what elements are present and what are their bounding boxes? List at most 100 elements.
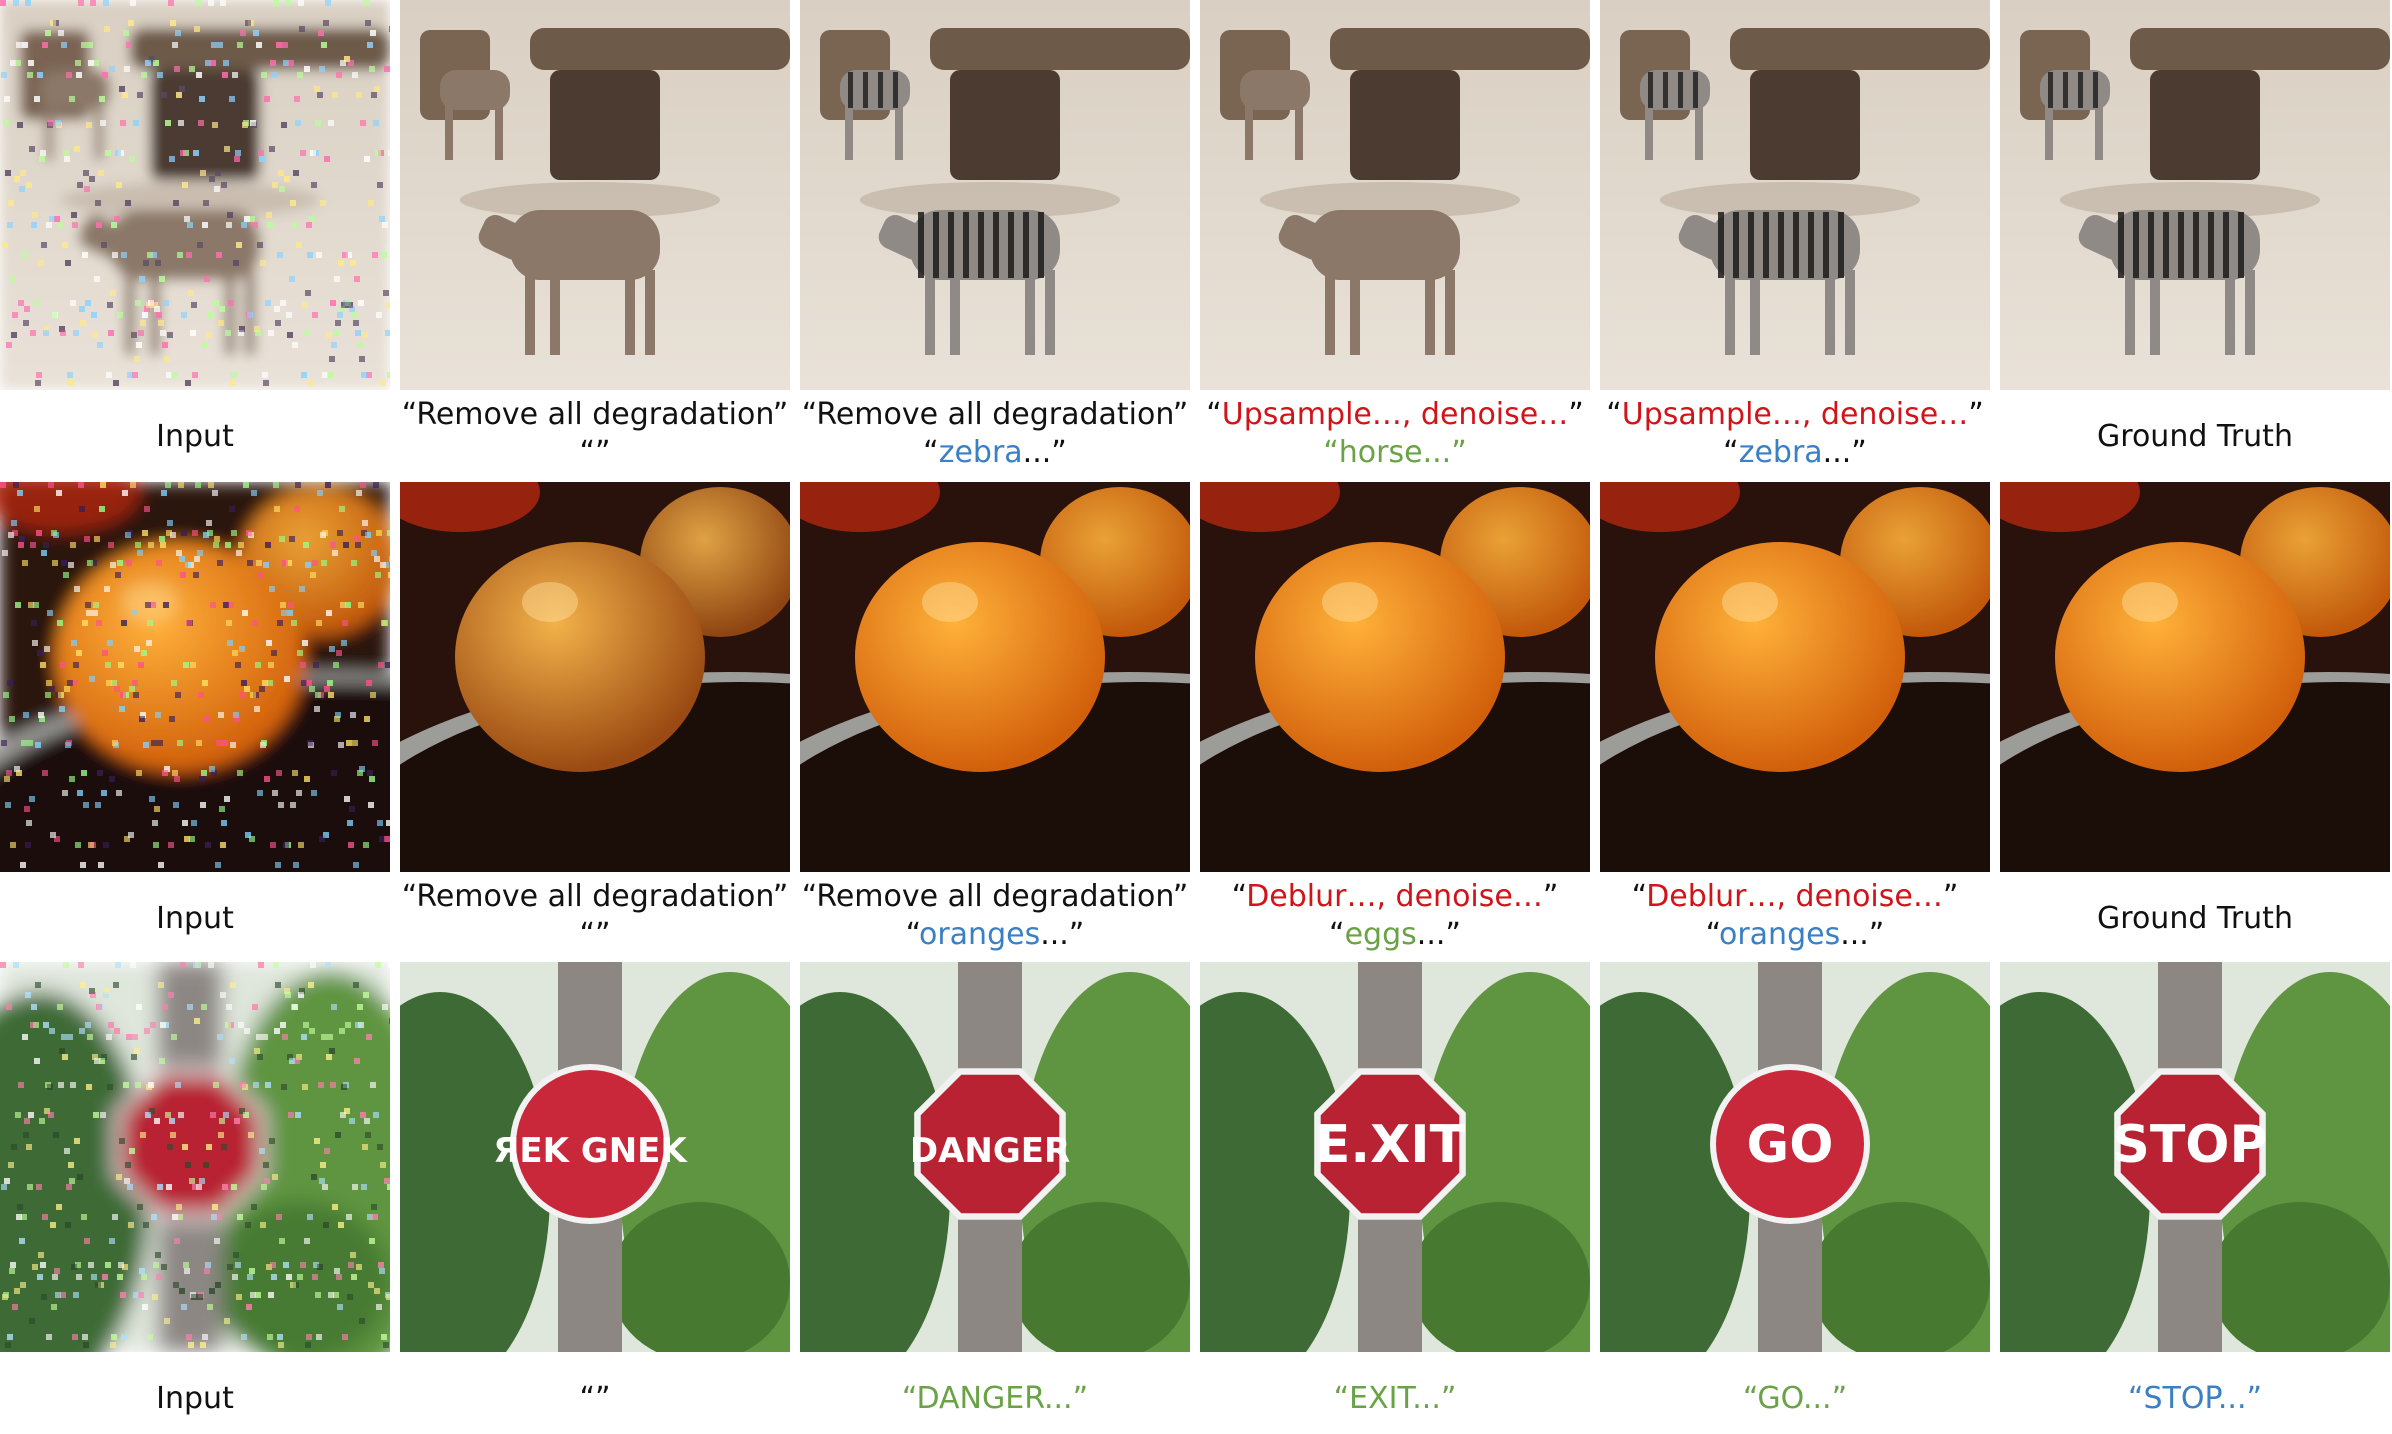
caption: “DANGER...” [788, 1380, 1202, 1418]
sign-ground-truth-image: STOP [2000, 962, 2390, 1352]
caption: Ground Truth [1988, 418, 2392, 456]
sign-text: E.XIT [1315, 1115, 1466, 1175]
caption-segment: “Remove all degradation” [801, 879, 1189, 914]
caption-segment: “ [1631, 879, 1647, 914]
caption: “Deblur…, denoise…” “eggs...” [1188, 878, 1602, 954]
caption-segment: zebra [1738, 435, 1823, 470]
cell-sign-input: Input [0, 962, 390, 1432]
caption-line: “oranges...” [1588, 916, 2002, 954]
caption-segment: ” [1542, 879, 1559, 914]
caption: “Deblur…, denoise…” “oranges...” [1588, 878, 2002, 954]
cell-zebra-remove-semantic: “Remove all degradation” “zebra...” [800, 0, 1190, 470]
cell-sign-restore-correct: GO “GO...” [1600, 962, 1990, 1432]
caption-segment: “DANGER...” [901, 1381, 1089, 1416]
caption-segment: Upsample…, denoise… [1621, 397, 1969, 432]
caption-segment: ” [1568, 397, 1584, 432]
caption-segment: ” [1968, 397, 1984, 432]
cell-oranges-input: Input [0, 482, 390, 952]
caption: “Upsample…, denoise…” “zebra...” [1588, 396, 2002, 472]
caption: “EXIT...” [1188, 1380, 1602, 1418]
caption-segment: “ [905, 917, 919, 952]
caption-segment: ...” [1422, 435, 1467, 470]
oranges-input-image [0, 482, 390, 872]
oranges-restore-wrong-image [1200, 482, 1590, 872]
caption: “” [388, 1380, 802, 1418]
cell-oranges-ground-truth: Ground Truth [2000, 482, 2390, 952]
caption-segment: ...” [1022, 435, 1067, 470]
caption-segment: “EXIT...” [1333, 1381, 1457, 1416]
caption-segment: “ [1723, 435, 1739, 470]
cell-zebra-restore-correct: “Upsample…, denoise…” “zebra...” [1600, 0, 1990, 470]
caption-segment: Input [156, 1381, 234, 1416]
zebra-remove-empty-image [400, 0, 790, 390]
sign-text: STOP [2112, 1115, 2267, 1175]
caption: “Upsample…, denoise…” “horse...” [1188, 396, 1602, 472]
cell-zebra-restore-wrong: “Upsample…, denoise…” “horse...” [1200, 0, 1590, 470]
caption-line: “” [388, 916, 802, 954]
caption-line: “oranges...” [788, 916, 1202, 954]
sign-remove-empty-image: ЯEK GNEK [400, 962, 790, 1352]
caption-line: “Remove all degradation” [788, 396, 1202, 434]
caption-segment: ...” [1040, 917, 1085, 952]
caption: “STOP...” [1988, 1380, 2392, 1418]
caption-line: “Deblur…, denoise…” [1188, 878, 1602, 916]
cell-sign-restore-wrong: E.XIT “EXIT...” [1200, 962, 1590, 1432]
zebra-ground-truth-image [2000, 0, 2390, 390]
caption-segment: Input [156, 901, 234, 936]
caption-segment: “ [1705, 917, 1719, 952]
caption-line: “DANGER...” [788, 1380, 1202, 1418]
sign-text: ЯEK GNEK [493, 1131, 688, 1171]
caption-line: “horse...” [1188, 434, 1602, 472]
caption-segment: Deblur…, denoise… [1646, 879, 1943, 914]
caption: Input [0, 900, 402, 938]
caption-segment: “” [579, 435, 611, 470]
row-oranges: Input “Remove all degradation” “” “Remove a… [0, 482, 2392, 952]
caption-segment: Ground Truth [2097, 901, 2293, 936]
cell-sign-ground-truth: STOP “STOP...” [2000, 962, 2390, 1432]
caption-segment: “ [1206, 397, 1222, 432]
caption-segment: ...” [1840, 917, 1885, 952]
caption-line: “EXIT...” [1188, 1380, 1602, 1418]
caption-segment: ...” [1416, 917, 1461, 952]
caption-segment: ...” [1822, 435, 1867, 470]
caption-line: “” [388, 1380, 802, 1418]
caption-segment: Input [156, 419, 234, 454]
cell-zebra-ground-truth: Ground Truth [2000, 0, 2390, 470]
caption-segment: oranges [918, 917, 1041, 952]
caption-segment: Ground Truth [2097, 419, 2293, 454]
caption-line: “Upsample…, denoise…” [1188, 396, 1602, 434]
sign-input-image [0, 962, 390, 1352]
sign-restore-wrong-image: E.XIT [1200, 962, 1590, 1352]
caption: “Remove all degradation” “zebra...” [788, 396, 1202, 472]
cell-oranges-remove-semantic: “Remove all degradation” “oranges...” [800, 482, 1190, 952]
caption-segment: eggs [1344, 917, 1417, 952]
caption: Input [0, 418, 402, 456]
oranges-remove-semantic-image [800, 482, 1190, 872]
oranges-ground-truth-image [2000, 482, 2390, 872]
caption-line: “Remove all degradation” [788, 878, 1202, 916]
caption-line: “Remove all degradation” [388, 878, 802, 916]
sign-text: DANGER [910, 1131, 1070, 1171]
oranges-restore-correct-image [1600, 482, 1990, 872]
caption-line: “Upsample…, denoise…” [1588, 396, 2002, 434]
caption-segment: “ [1323, 435, 1339, 470]
sign-text: GO [1747, 1115, 1834, 1175]
caption-segment: horse [1338, 435, 1423, 470]
caption-segment: “Remove all degradation” [801, 397, 1189, 432]
caption-segment: “Remove all degradation” [401, 397, 789, 432]
caption-line: Ground Truth [1988, 418, 2392, 456]
caption-segment: “Remove all degradation” [401, 879, 789, 914]
cell-oranges-restore-wrong: “Deblur…, denoise…” “eggs...” [1200, 482, 1590, 952]
caption-segment: “GO...” [1742, 1381, 1848, 1416]
zebra-restore-wrong-image [1200, 0, 1590, 390]
caption-line: “STOP...” [1988, 1380, 2392, 1418]
caption-segment: “” [579, 917, 611, 952]
caption-line: Input [0, 1380, 402, 1418]
sign-remove-semantic-image: DANGER [800, 962, 1190, 1352]
caption-segment: Deblur…, denoise… [1246, 879, 1543, 914]
caption-line: Ground Truth [1988, 900, 2392, 938]
caption-segment: ” [1942, 879, 1959, 914]
caption-line: Input [0, 418, 402, 456]
caption-line: “zebra...” [788, 434, 1202, 472]
caption: Ground Truth [1988, 900, 2392, 938]
